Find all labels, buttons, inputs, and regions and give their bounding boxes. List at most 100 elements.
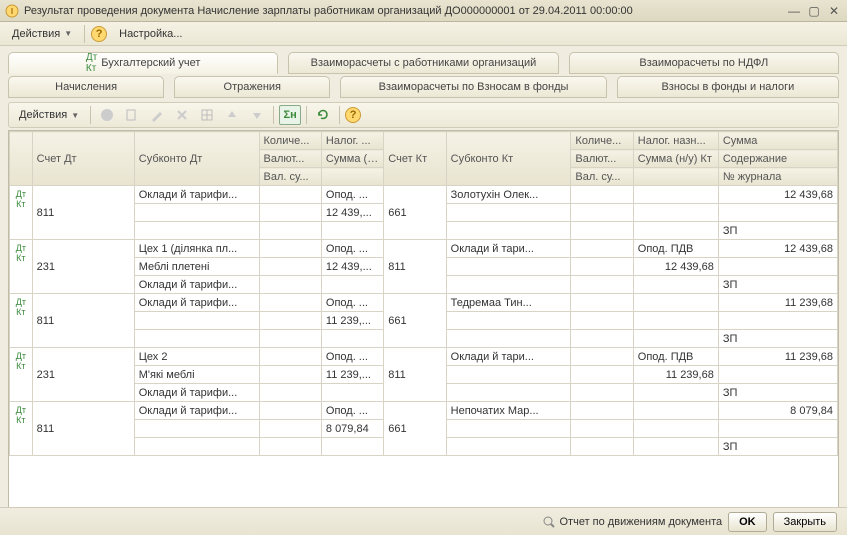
- cell-sum: 8 079,84: [718, 402, 837, 420]
- header-acct-dt[interactable]: Счет Дт: [32, 132, 134, 186]
- table-row[interactable]: ДтКт811Оклади й тарифи...Опод. ...661Неп…: [10, 402, 838, 420]
- cell: [321, 438, 383, 456]
- refresh-icon[interactable]: [312, 105, 334, 125]
- close-footer-button[interactable]: Закрыть: [773, 512, 837, 532]
- cell-desc: ЗП: [718, 276, 837, 294]
- cell-sum-dt: 12 439,...: [321, 258, 383, 276]
- tab-label: Отражения: [224, 81, 281, 93]
- sigma-icon[interactable]: Σн: [279, 105, 301, 125]
- tab-settlements-funds[interactable]: Взаиморасчеты по Взносам в фонды: [340, 76, 606, 98]
- close-button[interactable]: ✕: [825, 3, 843, 19]
- cell-sub-dt: Цех 2: [134, 348, 259, 366]
- table-row[interactable]: ДтКт811Оклади й тарифи...Опод. ...661Зол…: [10, 186, 838, 204]
- header-sumnu-dt[interactable]: Сумма (н/у) Дт: [321, 150, 383, 168]
- cell-sub-kt: Оклади й тари...: [446, 240, 571, 258]
- header-empty[interactable]: [633, 168, 718, 186]
- cell-sub-dt2: Меблі плетені: [134, 258, 259, 276]
- down-icon[interactable]: [246, 105, 268, 125]
- menu-settings[interactable]: Настройка...: [113, 26, 188, 42]
- minimize-button[interactable]: —: [785, 3, 803, 19]
- cell-sum-kt: [633, 420, 718, 438]
- cell: [259, 204, 321, 222]
- cell-sum: 11 239,68: [718, 348, 837, 366]
- header-sum[interactable]: Сумма: [718, 132, 837, 150]
- maximize-button[interactable]: ▢: [805, 3, 823, 19]
- header-valsum-kt[interactable]: Вал. су...: [571, 168, 633, 186]
- cell: [259, 330, 321, 348]
- cell: [718, 366, 837, 384]
- delete-icon[interactable]: [171, 105, 193, 125]
- header-sub-kt[interactable]: Субконто Кт: [446, 132, 571, 186]
- up-icon[interactable]: [221, 105, 243, 125]
- cell: [446, 276, 571, 294]
- cell: [446, 312, 571, 330]
- cell: [633, 276, 718, 294]
- menubar: Действия ▼ ? Настройка...: [0, 22, 847, 46]
- tab-reflections[interactable]: Отражения: [174, 76, 330, 98]
- header-journal[interactable]: № журнала: [718, 168, 837, 186]
- cell-sum-kt: 12 439,68: [633, 258, 718, 276]
- help-icon[interactable]: ?: [345, 107, 361, 123]
- tab-settlements-ndfl[interactable]: Взаиморасчеты по НДФЛ: [569, 52, 839, 74]
- tab-label: Взаиморасчеты по Взносам в фонды: [379, 81, 569, 93]
- header-tax-dt[interactable]: Налог. ...: [321, 132, 383, 150]
- copy-icon[interactable]: [121, 105, 143, 125]
- cell-sub-dt2: М'які меблі: [134, 366, 259, 384]
- cell: [446, 204, 571, 222]
- cell-sub-kt: Оклади й тари...: [446, 348, 571, 366]
- cell-acct-kt: 661: [384, 186, 446, 240]
- help-icon[interactable]: ?: [91, 26, 107, 42]
- header-valsum-dt[interactable]: Вал. су...: [259, 168, 321, 186]
- header-qty-kt[interactable]: Количе...: [571, 132, 633, 150]
- cell: [633, 222, 718, 240]
- cell: [633, 438, 718, 456]
- cell: [571, 204, 633, 222]
- cell-sub-dt: Цех 1 (ділянка пл...: [134, 240, 259, 258]
- table-row[interactable]: ДтКт231Цех 1 (ділянка пл...Опод. ...811О…: [10, 240, 838, 258]
- header-desc[interactable]: Содержание: [718, 150, 837, 168]
- header-cur-dt[interactable]: Валют...: [259, 150, 321, 168]
- table-row[interactable]: ДтКт231Цех 2Опод. ...811Оклади й тари...…: [10, 348, 838, 366]
- cell: [571, 348, 633, 366]
- toolbar-actions[interactable]: Действия ▼: [13, 107, 85, 123]
- add-icon[interactable]: [96, 105, 118, 125]
- header-qty-dt[interactable]: Количе...: [259, 132, 321, 150]
- header-cur-kt[interactable]: Валют...: [571, 150, 633, 168]
- cell-acct-kt: 811: [384, 240, 446, 294]
- cell: [259, 438, 321, 456]
- cell: [321, 276, 383, 294]
- report-link[interactable]: Отчет по движениям документа: [542, 515, 723, 529]
- tab-settlements-workers[interactable]: Взаиморасчеты с работниками организаций: [288, 52, 558, 74]
- header-sumnu-kt[interactable]: Сумма (н/у) Кт: [633, 150, 718, 168]
- table-row[interactable]: ДтКт811Оклади й тарифи...Опод. ...661Тед…: [10, 294, 838, 312]
- cell: [571, 384, 633, 402]
- cell: [259, 258, 321, 276]
- tab-contributions[interactable]: Взносы в фонды и налоги: [617, 76, 839, 98]
- tab-label: Начисления: [55, 81, 117, 93]
- separator: [339, 106, 340, 124]
- data-grid[interactable]: Счет Дт Субконто Дт Количе... Налог. ...…: [8, 130, 839, 528]
- header-sub-dt[interactable]: Субконто Дт: [134, 132, 259, 186]
- cell: [259, 240, 321, 258]
- cell: [259, 420, 321, 438]
- cell-tax-kt: Опод. ПДВ: [633, 240, 718, 258]
- tab-accruals[interactable]: Начисления: [8, 76, 164, 98]
- header-mark[interactable]: [10, 132, 33, 186]
- cell-tax-dt: Опод. ...: [321, 348, 383, 366]
- edit-icon[interactable]: [146, 105, 168, 125]
- tab-accounting[interactable]: ДтКт Бухгалтерский учет: [8, 52, 278, 74]
- ok-button[interactable]: OK: [728, 512, 767, 532]
- cell: [718, 420, 837, 438]
- cell-sub-dt3: [134, 222, 259, 240]
- header-empty[interactable]: [321, 168, 383, 186]
- header-acct-kt[interactable]: Счет Кт: [384, 132, 446, 186]
- header-tax-kt[interactable]: Налог. назн...: [633, 132, 718, 150]
- grid-icon[interactable]: [196, 105, 218, 125]
- cell-sub-dt3: Оклади й тарифи...: [134, 276, 259, 294]
- cell-desc: ЗП: [718, 330, 837, 348]
- cell: [446, 420, 571, 438]
- cell: [633, 330, 718, 348]
- cell: [633, 384, 718, 402]
- menu-actions[interactable]: Действия ▼: [6, 26, 78, 42]
- cell: [321, 330, 383, 348]
